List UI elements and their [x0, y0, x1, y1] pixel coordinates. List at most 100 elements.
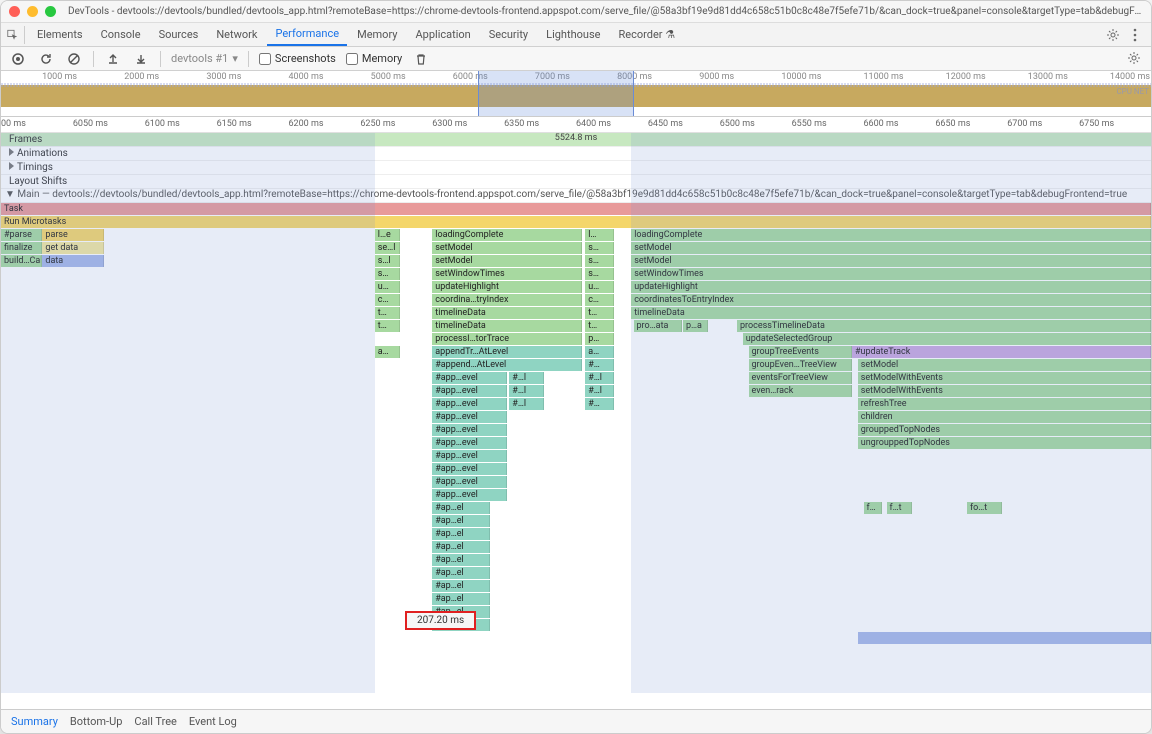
flame-bar[interactable]: timelineData [631, 307, 1151, 319]
flame-bar[interactable]: se…l [375, 242, 400, 254]
flame-bar[interactable]: #parse [1, 229, 42, 241]
zoom-button[interactable] [45, 6, 56, 17]
flame-bar[interactable]: setModelWithEvents [858, 385, 1151, 397]
track-layout-shifts[interactable]: Layout Shifts [1, 176, 67, 187]
flame-bar[interactable]: s… [375, 268, 400, 280]
flame-bar[interactable]: a… [375, 346, 400, 358]
flame-bar[interactable]: s… [585, 255, 614, 267]
flame-bar[interactable]: groupEven…TreeView [749, 359, 853, 371]
inspect-icon[interactable] [7, 26, 25, 44]
flame-bar[interactable]: groupTreeEvents [749, 346, 853, 358]
flame-bar[interactable]: #app…evel [432, 411, 507, 423]
flame-bar[interactable]: build…Calls [1, 255, 42, 267]
kebab-icon[interactable] [1125, 25, 1145, 45]
flame-bar[interactable]: #ap…el [432, 502, 490, 514]
flame-bar[interactable]: #ap…el [432, 554, 490, 566]
flame-bar[interactable]: #app…evel [432, 437, 507, 449]
flame-bar[interactable]: #app…evel [432, 476, 507, 488]
flame-bar[interactable]: ungrouppedTopNodes [858, 437, 1151, 449]
flame-bar[interactable]: setModelWithEvents [858, 372, 1151, 384]
flame-bar[interactable]: parse [42, 229, 104, 241]
flame-bar[interactable]: #app…evel [432, 450, 507, 462]
flame-bar[interactable]: processTimelineData [737, 320, 1151, 332]
flame-bar[interactable]: #app…evel [432, 385, 507, 397]
minimize-button[interactable] [27, 6, 38, 17]
flame-bar[interactable]: updateHighlight [631, 281, 1151, 293]
tab-performance[interactable]: Performance [267, 23, 347, 46]
reload-button[interactable] [37, 50, 55, 68]
flame-bar[interactable]: p…a [683, 320, 708, 332]
flame-bar[interactable]: #app…evel [432, 398, 507, 410]
flame-bar[interactable]: Task [1, 203, 1151, 215]
flame-bar[interactable]: data [42, 255, 104, 267]
flame-bar[interactable]: #…l [509, 372, 544, 384]
flame-bar[interactable]: #… [585, 359, 614, 371]
flame-bar[interactable]: loadingComplete [631, 229, 1151, 241]
flame-bar[interactable]: #append…AtLevel [432, 359, 582, 371]
flame-bar[interactable]: refreshTree [858, 398, 1151, 410]
flame-bar[interactable]: s… [585, 242, 614, 254]
flame-bar[interactable]: f… [864, 502, 882, 514]
trace-select[interactable]: devtools #1▾ [171, 52, 238, 65]
flame-bar[interactable]: timelineData [432, 307, 582, 319]
flame-bar[interactable]: u… [585, 281, 614, 293]
flame-bar[interactable]: #app…evel [432, 489, 507, 501]
close-button[interactable] [9, 6, 20, 17]
tab-lighthouse[interactable]: Lighthouse [538, 23, 608, 46]
flame-bar[interactable]: loadingComplete [432, 229, 582, 241]
flame-bar[interactable]: eventsForTreeView [749, 372, 853, 384]
flame-bar[interactable]: fo…t [967, 502, 1002, 514]
flame-bar[interactable]: t… [375, 320, 400, 332]
flame-bar[interactable]: c… [375, 294, 400, 306]
track-animations[interactable]: Animations [1, 148, 68, 159]
flame-bar[interactable]: u… [375, 281, 400, 293]
flame-bar[interactable]: setModel [858, 359, 1151, 371]
flame-bar[interactable]: f…t [887, 502, 912, 514]
tab-memory[interactable]: Memory [349, 23, 405, 46]
flame-bar[interactable]: #ap…el [432, 580, 490, 592]
download-button[interactable] [132, 50, 150, 68]
tab-bottom-up[interactable]: Bottom-Up [70, 715, 123, 728]
flame-bar[interactable]: l…e [375, 229, 400, 241]
flame-bar[interactable]: setWindowTimes [631, 268, 1151, 280]
perf-settings-icon[interactable] [1127, 51, 1143, 67]
flame-bar[interactable]: s…l [375, 255, 400, 267]
flame-bar[interactable]: appendTr…AtLevel [432, 346, 582, 358]
flame-bar[interactable]: setModel [631, 242, 1151, 254]
flame-bar[interactable]: #…l [585, 372, 614, 384]
tab-elements[interactable]: Elements [29, 23, 91, 46]
record-button[interactable] [9, 50, 27, 68]
flame-bar[interactable] [858, 632, 1151, 644]
flame-bar[interactable]: processI…torTrace [432, 333, 582, 345]
flame-bar[interactable]: #app…evel [432, 424, 507, 436]
flame-bar[interactable]: #app…evel [432, 372, 507, 384]
flame-bar[interactable]: children [858, 411, 1151, 423]
flame-bar[interactable]: #app…evel [432, 463, 507, 475]
tab-application[interactable]: Application [407, 23, 478, 46]
flame-bar[interactable]: l… [585, 229, 614, 241]
flame-bar[interactable]: setWindowTimes [432, 268, 582, 280]
flame-bar[interactable]: setModel [432, 255, 582, 267]
track-timings[interactable]: Timings [1, 162, 53, 173]
flame-bar[interactable]: c… [585, 294, 614, 306]
tab-recorder[interactable]: Recorder ⚗ [610, 23, 683, 46]
tab-sources[interactable]: Sources [151, 23, 207, 46]
flame-bar[interactable]: pro…ata [634, 320, 682, 332]
flame-bar[interactable]: p… [585, 333, 614, 345]
flame-bar[interactable]: t… [375, 307, 400, 319]
upload-button[interactable] [104, 50, 122, 68]
settings-icon[interactable] [1103, 25, 1123, 45]
flame-bar[interactable]: #ap…el [432, 515, 490, 527]
flame-bar[interactable]: t… [585, 320, 614, 332]
flame-bar[interactable]: a… [585, 346, 614, 358]
flame-bar[interactable]: s… [585, 268, 614, 280]
flame-bar[interactable]: #ap…el [432, 567, 490, 579]
flame-bar[interactable]: get data [42, 242, 104, 254]
flame-bar[interactable]: coordina…tryIndex [432, 294, 582, 306]
flame-bar[interactable]: #… [585, 398, 614, 410]
flame-bar[interactable]: #…l [585, 385, 614, 397]
flame-bar[interactable]: updateSelectedGroup [743, 333, 1151, 345]
tab-event-log[interactable]: Event Log [189, 715, 237, 728]
flame-bar[interactable]: t… [585, 307, 614, 319]
flame-chart[interactable]: Frames5524.8 ms Animations Timings Layou… [1, 133, 1151, 693]
